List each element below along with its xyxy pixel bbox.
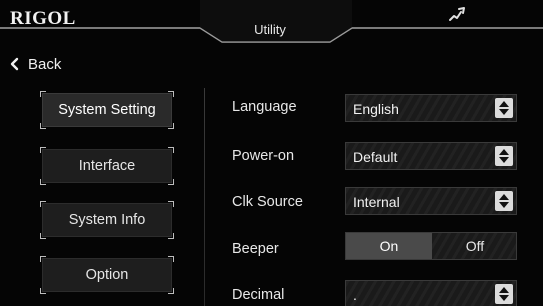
menu-item-label: System Setting	[58, 102, 156, 118]
decimal-select[interactable]: .	[345, 280, 517, 306]
power-on-label: Power-on	[232, 148, 295, 164]
beeper-off-option[interactable]: Off	[432, 233, 518, 259]
clk-source-label: Clk Source	[232, 194, 303, 210]
menu-interface-button[interactable]: Interface	[40, 147, 174, 185]
menu-system-info-button[interactable]: System Info	[40, 201, 174, 239]
menu-item-label: Interface	[78, 158, 136, 174]
clk-source-value: Internal	[353, 194, 400, 210]
back-button[interactable]: Back	[8, 52, 61, 76]
rigol-logo: RIGOL	[10, 8, 76, 29]
menu-item-label: Option	[85, 267, 129, 283]
clk-source-select[interactable]: Internal	[345, 187, 517, 215]
menu-system-setting-button[interactable]: System Setting	[40, 91, 174, 129]
power-on-value: Default	[353, 149, 398, 165]
spinner-icon[interactable]	[495, 284, 513, 304]
utility-screen: RIGOL Utility Back System Setting Interf…	[0, 0, 543, 306]
beeper-toggle[interactable]: On Off	[345, 232, 517, 260]
beeper-on-option[interactable]: On	[346, 233, 432, 259]
spinner-icon[interactable]	[495, 191, 513, 211]
signal-icon	[449, 7, 465, 21]
top-bar: RIGOL Utility	[0, 0, 543, 44]
page-title: Utility	[254, 22, 286, 37]
menu-option-button[interactable]: Option	[40, 256, 174, 294]
back-label: Back	[28, 55, 62, 73]
panel-divider	[204, 88, 205, 306]
language-select[interactable]: English	[345, 94, 517, 122]
language-label: Language	[232, 99, 297, 115]
spinner-icon[interactable]	[495, 98, 513, 118]
power-on-select[interactable]: Default	[345, 142, 517, 170]
chevron-left-icon	[10, 57, 19, 71]
spinner-icon[interactable]	[495, 146, 513, 166]
decimal-label: Decimal	[232, 287, 285, 303]
beeper-label: Beeper	[232, 241, 279, 257]
decimal-value: .	[353, 287, 357, 303]
language-value: English	[353, 101, 399, 117]
menu-item-label: System Info	[68, 212, 146, 228]
